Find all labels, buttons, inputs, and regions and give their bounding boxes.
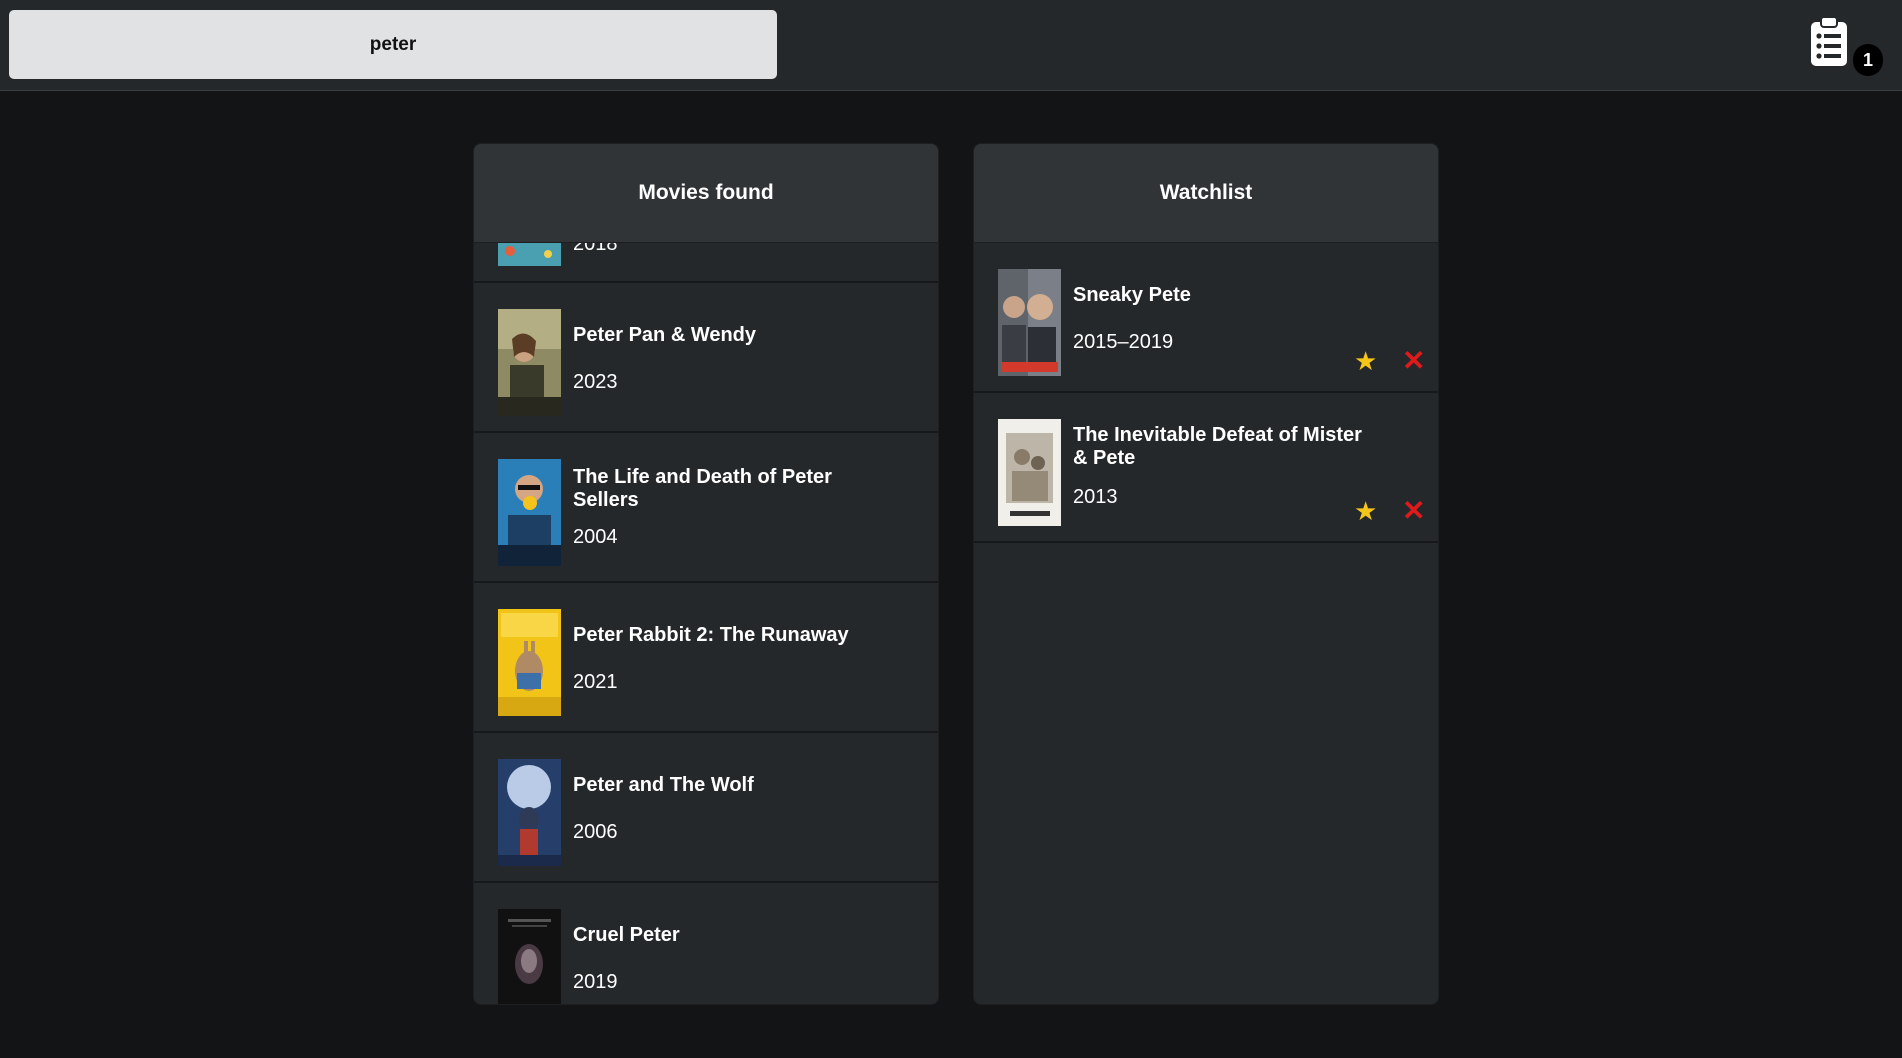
watchlist-header: Watchlist [974,144,1438,243]
movie-result-item[interactable]: Peter Pan & Wendy 2023 [474,283,938,433]
movie-year: 2023 [573,371,618,393]
mister-pete-poster [998,419,1061,526]
sneaky-pete-poster [998,269,1061,376]
watchlist-title: Sneaky Pete [1073,284,1191,306]
star-icon[interactable]: ★ [1354,498,1377,524]
movie-year: 2019 [573,971,618,993]
peter-wolf-poster [498,759,561,866]
movie-year: 2018 [573,243,618,255]
watchlist-viewport: Sneaky Pete 2015–2019 ★ ✕ The Inevitable… [974,243,1438,1004]
watchlist-count-badge: 1 [1853,44,1883,76]
movie-title: Peter Pan & Wendy [573,324,757,346]
watchlist-item[interactable]: The Inevitable Defeat of Mister & Pete 2… [974,393,1438,543]
remove-icon[interactable]: ✕ [1402,347,1425,375]
cruel-peter-poster [498,909,561,1004]
peter-rabbit-2-poster [498,609,561,716]
movie-result-item[interactable]: The Life and Death of Peter Sellers 2004 [474,433,938,583]
movies-found-list: 2018 Peter Pan & Wendy 2023 The Life and… [474,243,938,1004]
top-bar: 1 [0,0,1902,91]
watchlist-year: 2015–2019 [1073,331,1174,353]
movie-title: Peter and The Wolf [573,774,754,796]
remove-icon[interactable]: ✕ [1402,497,1425,525]
movie-result-item[interactable]: 2018 [474,243,938,283]
movies-found-header: Movies found [474,144,938,243]
search-input[interactable] [9,10,777,79]
movie-title: Peter Rabbit 2: The Runaway [573,624,849,646]
watchlist-toggle-button[interactable]: 1 [1804,14,1883,78]
movie-year: 2006 [573,821,618,843]
peter-sellers-poster [498,459,561,566]
peter-rabbit-poster [498,243,561,266]
movie-result-item[interactable]: Cruel Peter 2019 [474,883,938,1004]
star-icon[interactable]: ★ [1354,348,1377,374]
movie-title: The Life and Death of Peter Sellers [573,466,832,511]
watchlist-year: 2013 [1073,486,1118,508]
watchlist-list: Sneaky Pete 2015–2019 ★ ✕ The Inevitable… [974,243,1438,543]
movie-year: 2004 [573,526,618,548]
movie-year: 2021 [573,671,618,693]
movies-found-panel: Movies found 2018 Peter Pan & Wendy 2023… [473,143,939,1005]
movies-found-list-viewport[interactable]: 2018 Peter Pan & Wendy 2023 The Life and… [474,243,938,1004]
watchlist-item[interactable]: Sneaky Pete 2015–2019 ★ ✕ [974,243,1438,393]
watchlist-panel: Watchlist Sneaky Pete 2015–2019 ★ ✕ The … [973,143,1439,1005]
peter-pan-wendy-poster [498,309,561,416]
movie-result-item[interactable]: Peter Rabbit 2: The Runaway 2021 [474,583,938,733]
watchlist-title: The Inevitable Defeat of Mister & Pete [1073,424,1362,469]
movie-title: Cruel Peter [573,924,680,946]
movie-result-item[interactable]: Peter and The Wolf 2006 [474,733,938,883]
